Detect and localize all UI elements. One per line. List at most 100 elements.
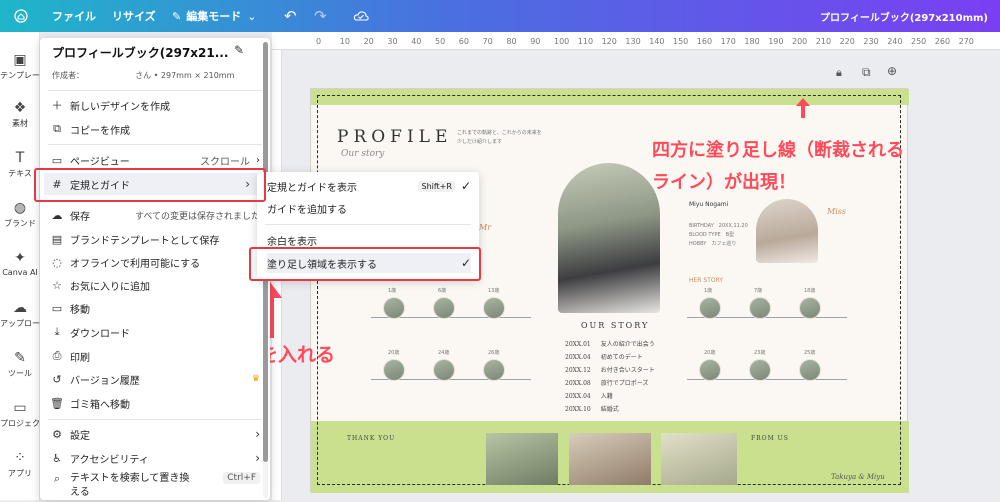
rail-tools[interactable]: ✎ ツール bbox=[0, 350, 40, 379]
find-replace-item[interactable]: ⌕ テキストを検索して置き換 える Ctrl+F bbox=[50, 472, 260, 502]
age-label: 23歳 bbox=[754, 350, 766, 356]
script-subtitle: Our story bbox=[341, 149, 385, 159]
resize-button[interactable]: リサイズ bbox=[112, 0, 156, 32]
ruler-tick-label: 70 bbox=[482, 37, 493, 46]
version-history-item[interactable]: ↺ バージョン履歴 ♛ bbox=[50, 368, 260, 390]
print-item[interactable]: ⎙ 印刷 bbox=[50, 345, 260, 367]
story-text: お付き合いスタート bbox=[600, 367, 655, 374]
brand-icon: ◍ bbox=[13, 200, 27, 216]
plus-icon: ＋ bbox=[51, 99, 63, 112]
save-brand-template-item[interactable]: ▤ ブランドテンプレートとして保存 bbox=[50, 228, 260, 250]
rail-projects[interactable]: ▭ プロジェク bbox=[0, 400, 40, 429]
download-item[interactable]: ⤓ ダウンロード bbox=[50, 321, 260, 343]
bleed-annotation-line-1: 四方に塗り足し線（断裁される bbox=[652, 140, 904, 161]
ruler-tick-label: 210 bbox=[815, 37, 832, 46]
trash-item[interactable]: 🗑︎ ゴミ箱へ移動 bbox=[50, 392, 260, 414]
story-date: 20XX.04 bbox=[565, 393, 591, 400]
ruler-tick-label: 230 bbox=[863, 37, 879, 46]
age-photo[interactable] bbox=[383, 297, 405, 319]
from-us-heading: FROM US bbox=[751, 435, 789, 442]
undo-icon[interactable]: ↶ bbox=[284, 0, 297, 32]
rail-apps[interactable]: ⁘ アプリ bbox=[0, 450, 40, 479]
rail-templates[interactable]: ▣ テンプレー bbox=[0, 52, 40, 81]
story-row: 20XX.04 初めてのデート bbox=[565, 352, 643, 361]
offline-icon: ◌ bbox=[52, 255, 62, 269]
apps-icon: ⁘ bbox=[14, 450, 26, 466]
ruler-tick-label: 170 bbox=[720, 37, 736, 46]
rail-brand[interactable]: ◍ ブランド bbox=[0, 200, 40, 229]
top-green-band bbox=[311, 89, 909, 105]
file-menu-dropdown: プロフィールブック(297x21... ✎ 作成者： さん • 297mm × … bbox=[40, 38, 270, 500]
show-rulers-item[interactable]: 定規とガイドを表示 Shift+R ✓ bbox=[267, 176, 471, 196]
age-photo[interactable] bbox=[433, 297, 455, 319]
ruler-tick-label: 110 bbox=[577, 37, 594, 46]
miss-label: Miss bbox=[827, 207, 846, 216]
ruler-tick-label: 100 bbox=[554, 37, 570, 46]
age-photo[interactable] bbox=[699, 359, 721, 381]
offline-item[interactable]: ◌ オフラインで利用可能にする bbox=[50, 251, 260, 273]
add-guides-item[interactable]: ガイドを追加する bbox=[267, 198, 471, 218]
submenu-divider bbox=[265, 224, 471, 225]
age-photo[interactable] bbox=[433, 359, 455, 381]
thank-you-heading: THANK YOU bbox=[347, 435, 396, 442]
accessibility-item[interactable]: ♿︎ アクセシビリティ › bbox=[50, 447, 260, 469]
duplicate-page-icon[interactable]: ⧉ bbox=[862, 65, 871, 80]
rail-uploads[interactable]: ☁ アップロー bbox=[0, 300, 40, 329]
left-rail: ▣ テンプレー ❖ 素材 T テキス ◍ ブランド ✦ Canva AI ☁ アップロー ✎… bbox=[0, 32, 40, 500]
story-date: 20XX.12 bbox=[565, 367, 591, 374]
rail-elements[interactable]: ❖ 素材 bbox=[0, 100, 40, 129]
history-icon: ↺ bbox=[52, 372, 62, 386]
page-view-icon: ▭ bbox=[51, 153, 63, 167]
bride-info-2: BLOOD TYPE B型 bbox=[689, 232, 735, 238]
chevron-right-icon: › bbox=[256, 154, 260, 166]
story-text: 結婚式 bbox=[600, 406, 619, 413]
ruler-tick-label: 250 bbox=[911, 37, 927, 46]
age-photo[interactable] bbox=[483, 359, 505, 381]
age-photo[interactable] bbox=[699, 297, 721, 319]
save-item[interactable]: ☁ 保存 すべての変更は保存されました bbox=[50, 204, 261, 226]
ruler-tick-label: 20 bbox=[363, 37, 374, 46]
new-design-item[interactable]: ＋新しいデザインを作成 bbox=[50, 94, 260, 116]
bottom-photo-1[interactable] bbox=[486, 433, 558, 485]
pencil-icon: ✎ bbox=[172, 9, 182, 23]
story-row: 20XX.04 入籍 bbox=[565, 391, 613, 400]
bride-photo[interactable] bbox=[756, 199, 818, 263]
bottom-photo-2[interactable] bbox=[569, 433, 651, 485]
redo-icon[interactable]: ↷ bbox=[314, 0, 327, 32]
checkmark-icon: ✓ bbox=[460, 179, 471, 193]
story-date: 20XX.10 bbox=[565, 406, 591, 413]
settings-item[interactable]: ⚙ 設定 › bbox=[50, 423, 260, 445]
menu-author: 作成者： さん • 297mm × 210mm bbox=[52, 71, 235, 80]
ruler-tick-label: 240 bbox=[887, 37, 903, 46]
document-title[interactable]: プロフィールブック(297x210mm) bbox=[820, 0, 988, 32]
ruler-tick-label: 10 bbox=[339, 37, 350, 46]
age-label: 20歳 bbox=[388, 350, 400, 356]
move-item[interactable]: ▭ 移動 bbox=[50, 297, 260, 319]
ruler-tick-label: 160 bbox=[696, 37, 713, 46]
age-photo[interactable] bbox=[749, 359, 771, 381]
age-photo[interactable] bbox=[799, 297, 821, 319]
ruler-tick-label: 130 bbox=[625, 37, 641, 46]
age-photo[interactable] bbox=[749, 297, 771, 319]
print-icon: ⎙ bbox=[52, 349, 62, 362]
lock-icon[interactable]: 🔒︎ bbox=[836, 66, 842, 80]
home-icon[interactable] bbox=[14, 0, 28, 32]
copy-item[interactable]: ⧉ コピーを作成 bbox=[50, 118, 260, 140]
ruler-tick-label: 150 bbox=[673, 37, 689, 46]
couple-photo[interactable] bbox=[558, 163, 660, 313]
her-story-heading: HER STORY bbox=[689, 277, 724, 284]
age-photo[interactable] bbox=[383, 359, 405, 381]
story-row: 20XX.08 旅行でプロポーズ bbox=[565, 378, 648, 387]
file-menu-button[interactable]: ファイル bbox=[52, 0, 96, 32]
bottom-photo-3[interactable] bbox=[661, 433, 737, 485]
story-date: 20XX.08 bbox=[565, 380, 591, 387]
edit-mode-button[interactable]: ✎ 編集モード ⌄ bbox=[172, 0, 256, 32]
age-photo[interactable] bbox=[483, 297, 505, 319]
rename-pencil-icon[interactable]: ✎ bbox=[234, 43, 244, 57]
favorite-item[interactable]: ☆ お気に入りに追加 bbox=[50, 274, 260, 296]
add-page-icon[interactable]: ⊕ bbox=[887, 64, 897, 78]
rail-canva-ai[interactable]: ✦ Canva AI bbox=[0, 250, 40, 277]
cloud-save-icon[interactable] bbox=[353, 0, 369, 32]
age-photo[interactable] bbox=[799, 359, 821, 381]
age-label: 1歳 bbox=[388, 288, 397, 294]
